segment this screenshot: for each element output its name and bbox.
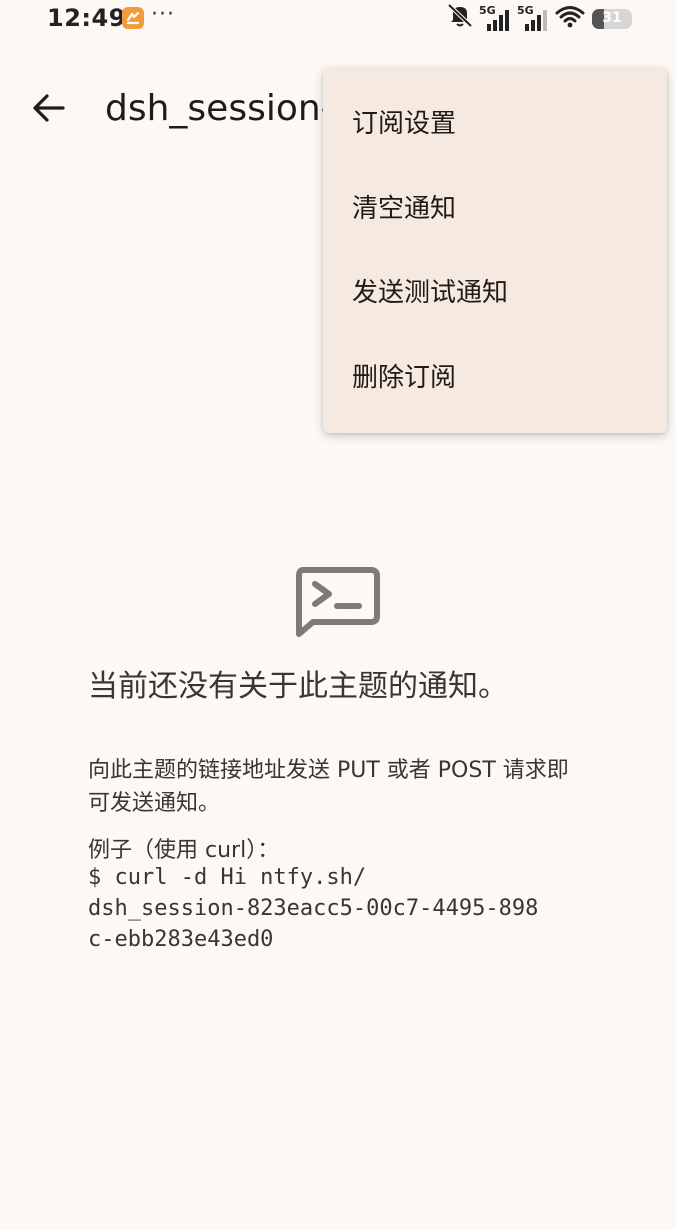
- wifi-icon: [555, 4, 585, 32]
- menu-item-subscription-settings[interactable]: 订阅设置: [323, 82, 667, 167]
- battery-level: 31: [602, 10, 622, 26]
- status-bar: 12:49 ··· 5G 5G 31: [0, 0, 676, 40]
- terminal-message-icon: [293, 566, 381, 638]
- overflow-menu: 订阅设置 清空通知 发送测试通知 删除订阅: [323, 68, 667, 433]
- arrow-back-icon: [33, 94, 65, 122]
- menu-item-send-test-notification[interactable]: 发送测试通知: [323, 251, 667, 336]
- status-icons: 5G 5G 31: [445, 2, 632, 32]
- menu-item-delete-subscription[interactable]: 删除订阅: [323, 336, 667, 421]
- example-code: $ curl -d Hi ntfy.sh/ dsh_session-823eac…: [88, 865, 539, 952]
- mute-icon: [445, 2, 475, 32]
- back-button[interactable]: [26, 86, 72, 132]
- empty-state-description: 向此主题的链接地址发送 PUT 或者 POST 请求即可发送通知。: [88, 758, 569, 816]
- empty-state-title: 当前还没有关于此主题的通知。: [88, 669, 508, 704]
- menu-item-clear-notifications[interactable]: 清空通知: [323, 167, 667, 252]
- example-label: 例子（使用 curl）：: [88, 838, 280, 863]
- notification-app-icon: [122, 7, 144, 29]
- cellular-signal-icon-1: 5G: [479, 4, 513, 32]
- cellular-signal-icon-2: 5G: [517, 4, 551, 32]
- status-time: 12:49: [47, 4, 126, 32]
- battery-icon: 31: [592, 9, 632, 29]
- more-notifications-indicator: ···: [151, 2, 175, 27]
